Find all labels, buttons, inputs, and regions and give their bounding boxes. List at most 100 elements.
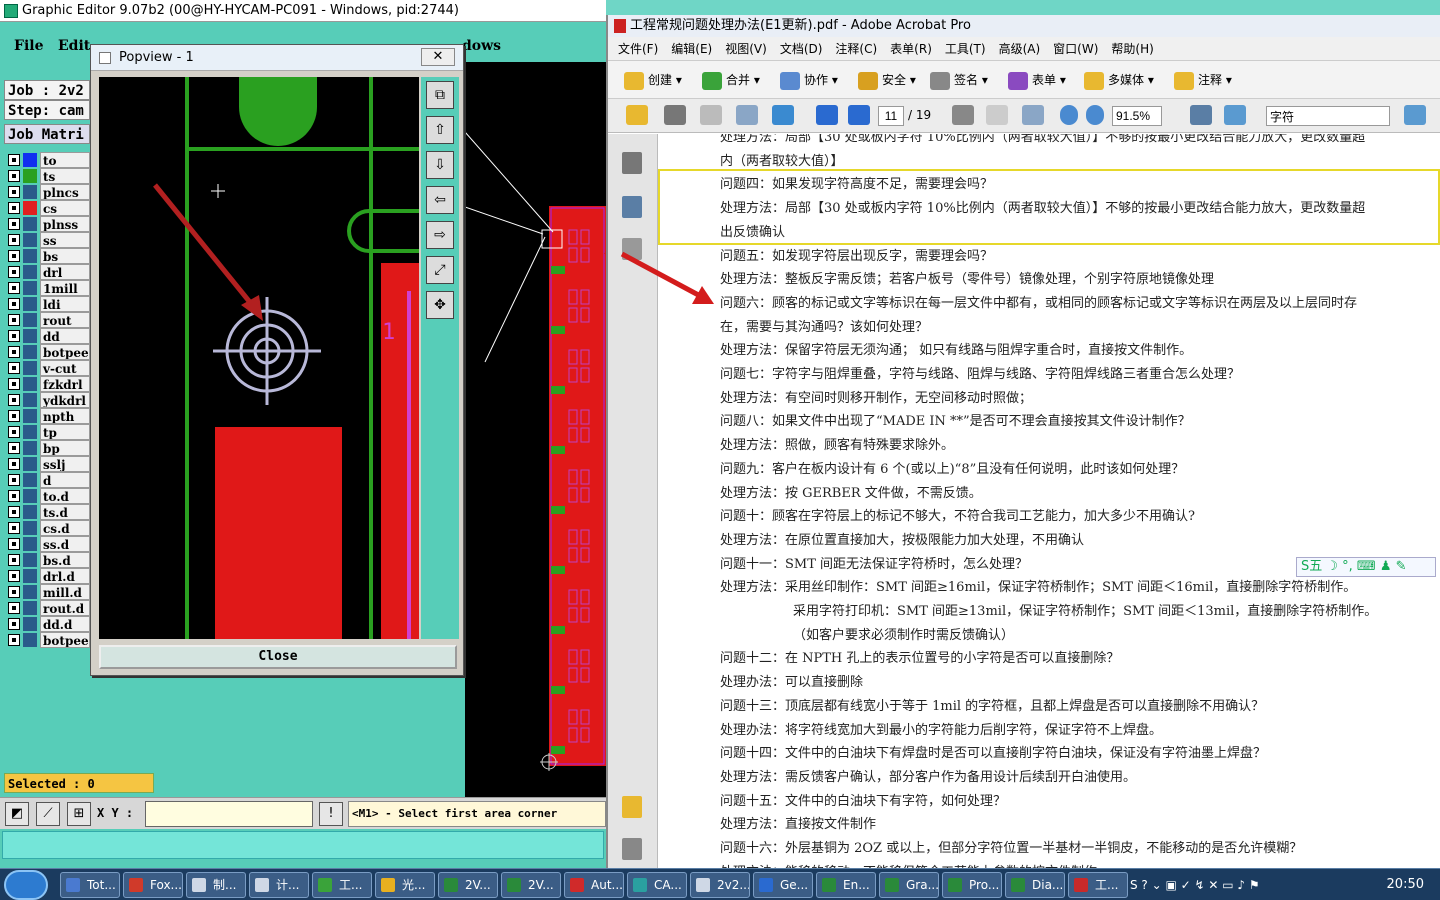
ime-toolbar[interactable]: S五 ☽ °, ⌨ ♟ ✎: [1296, 557, 1436, 577]
next-page-icon[interactable]: [848, 105, 870, 125]
taskbar-item[interactable]: 光...: [375, 872, 435, 898]
job-matrix-button[interactable]: Job Matri: [4, 124, 90, 144]
info-icon[interactable]: !: [319, 802, 343, 826]
layer-checkbox[interactable]: [8, 538, 20, 550]
layer-checkbox[interactable]: [8, 570, 20, 582]
layer-checkbox[interactable]: [8, 474, 20, 486]
layer-checkbox[interactable]: [8, 602, 20, 614]
layer-checkbox[interactable]: [8, 298, 20, 310]
layer-checkbox[interactable]: [8, 202, 20, 214]
pages-icon[interactable]: [622, 152, 642, 174]
layer-checkbox[interactable]: [8, 346, 20, 358]
layer-checkbox[interactable]: [8, 522, 20, 534]
zoom-out-icon[interactable]: [1060, 105, 1078, 125]
prev-page-icon[interactable]: [816, 105, 838, 125]
page-number-input[interactable]: [878, 106, 904, 126]
layer-checkbox[interactable]: [8, 266, 20, 278]
toolbar-button[interactable]: 多媒体 ▾: [1084, 69, 1154, 91]
grid-tool-icon[interactable]: ⊞: [67, 802, 91, 826]
toolbar-button[interactable]: 协作 ▾: [780, 69, 838, 91]
measure-tool-icon[interactable]: ⟋: [36, 802, 60, 826]
marquee-zoom-icon[interactable]: [1022, 105, 1044, 125]
layer-checkbox[interactable]: [8, 154, 20, 166]
acrobat-menu-item[interactable]: 窗口(W): [1053, 42, 1098, 56]
hand-tool-icon[interactable]: [986, 105, 1008, 125]
layer-checkbox[interactable]: [8, 170, 20, 182]
zoom-in-icon[interactable]: [1086, 105, 1104, 125]
layer-checkbox[interactable]: [8, 186, 20, 198]
acrobat-menu-item[interactable]: 文档(D): [780, 42, 823, 56]
pan-left-icon[interactable]: ⇦: [426, 186, 454, 214]
toolbar-button[interactable]: 创建 ▾: [624, 69, 682, 91]
acrobat-menu-item[interactable]: 工具(T): [945, 42, 986, 56]
taskbar-item[interactable]: Fox...: [123, 872, 183, 898]
toolbar-button[interactable]: 签名 ▾: [930, 69, 988, 91]
layer-checkbox[interactable]: [8, 410, 20, 422]
menu-windows[interactable]: dows: [462, 38, 501, 54]
text-select-icon[interactable]: [952, 105, 974, 125]
acrobat-menu-item[interactable]: 表单(R): [890, 42, 932, 56]
pan-down-icon[interactable]: ⇩: [426, 151, 454, 179]
taskbar-item[interactable]: Ge...: [753, 872, 813, 898]
taskbar-item[interactable]: Aut...: [564, 872, 624, 898]
comments-icon[interactable]: [622, 796, 642, 818]
start-button[interactable]: [4, 870, 48, 900]
toolbar-button[interactable]: 注释 ▾: [1174, 69, 1232, 91]
taskbar-item[interactable]: 制...: [186, 872, 246, 898]
layer-checkbox[interactable]: [8, 362, 20, 374]
layer-checkbox[interactable]: [8, 218, 20, 230]
layer-checkbox[interactable]: [8, 490, 20, 502]
select-tool-icon[interactable]: ◩: [5, 802, 29, 826]
attachments-icon[interactable]: [622, 838, 642, 860]
acrobat-menu-item[interactable]: 注释(C): [835, 42, 877, 56]
taskbar-item[interactable]: 2V...: [438, 872, 498, 898]
layer-checkbox[interactable]: [8, 330, 20, 342]
taskbar-item[interactable]: 计...: [249, 872, 309, 898]
layer-checkbox[interactable]: [8, 394, 20, 406]
pan-up-icon[interactable]: ⇧: [426, 116, 454, 144]
taskbar-item[interactable]: 2v2...: [690, 872, 750, 898]
layer-checkbox[interactable]: [8, 426, 20, 438]
layer-checkbox[interactable]: [8, 250, 20, 262]
layer-checkbox[interactable]: [8, 378, 20, 390]
taskbar-item[interactable]: En...: [816, 872, 876, 898]
find-input[interactable]: [1266, 106, 1390, 126]
acrobat-menu-item[interactable]: 高级(A): [999, 42, 1041, 56]
pan-right-icon[interactable]: ⇨: [426, 221, 454, 249]
bookmarks-icon[interactable]: [622, 196, 642, 218]
popview-canvas[interactable]: 1: [99, 77, 419, 639]
layer-checkbox[interactable]: [8, 282, 20, 294]
print-icon[interactable]: [664, 105, 686, 125]
popview-close-button[interactable]: Close: [99, 645, 457, 669]
layer-checkbox[interactable]: [8, 506, 20, 518]
tray-icons[interactable]: S ? ⌄ ▣ ✓ ↯ ✕ ▭ ♪ ⚑: [1130, 878, 1260, 892]
popview-close-x-button[interactable]: ✕: [421, 48, 455, 66]
layer-checkbox[interactable]: [8, 554, 20, 566]
layer-checkbox[interactable]: [8, 314, 20, 326]
acrobat-menu-item[interactable]: 文件(F): [618, 42, 658, 56]
toolbar-button[interactable]: 安全 ▾: [858, 69, 916, 91]
layer-checkbox[interactable]: [8, 442, 20, 454]
taskbar-item[interactable]: CA...: [627, 872, 687, 898]
taskbar-item[interactable]: Gra...: [879, 872, 939, 898]
xy-coordinate-input[interactable]: [145, 801, 313, 827]
full-screen-icon[interactable]: [1224, 105, 1246, 125]
layer-checkbox[interactable]: [8, 234, 20, 246]
zoom-input[interactable]: [1112, 106, 1162, 126]
toolbar-button[interactable]: 表单 ▾: [1008, 69, 1066, 91]
layer-checkbox[interactable]: [8, 586, 20, 598]
menu-edit[interactable]: Edit: [58, 38, 90, 54]
save-icon[interactable]: [700, 105, 722, 125]
layer-checkbox[interactable]: [8, 618, 20, 630]
acrobat-menu-item[interactable]: 帮助(H): [1111, 42, 1153, 56]
zoom-in-icon[interactable]: ⤢: [426, 256, 454, 284]
taskbar-item[interactable]: Dia...: [1005, 872, 1065, 898]
acrobat-menu-item[interactable]: 视图(V): [725, 42, 767, 56]
share-icon[interactable]: [772, 105, 794, 125]
zoom-fit-icon[interactable]: ⧉: [426, 81, 454, 109]
previous-result-icon[interactable]: [1404, 105, 1426, 125]
taskbar-item[interactable]: 工...: [1068, 872, 1128, 898]
pcb-graphic-canvas[interactable]: [464, 62, 683, 797]
zoom-out-icon[interactable]: ✥: [426, 291, 454, 319]
layer-checkbox[interactable]: [8, 458, 20, 470]
